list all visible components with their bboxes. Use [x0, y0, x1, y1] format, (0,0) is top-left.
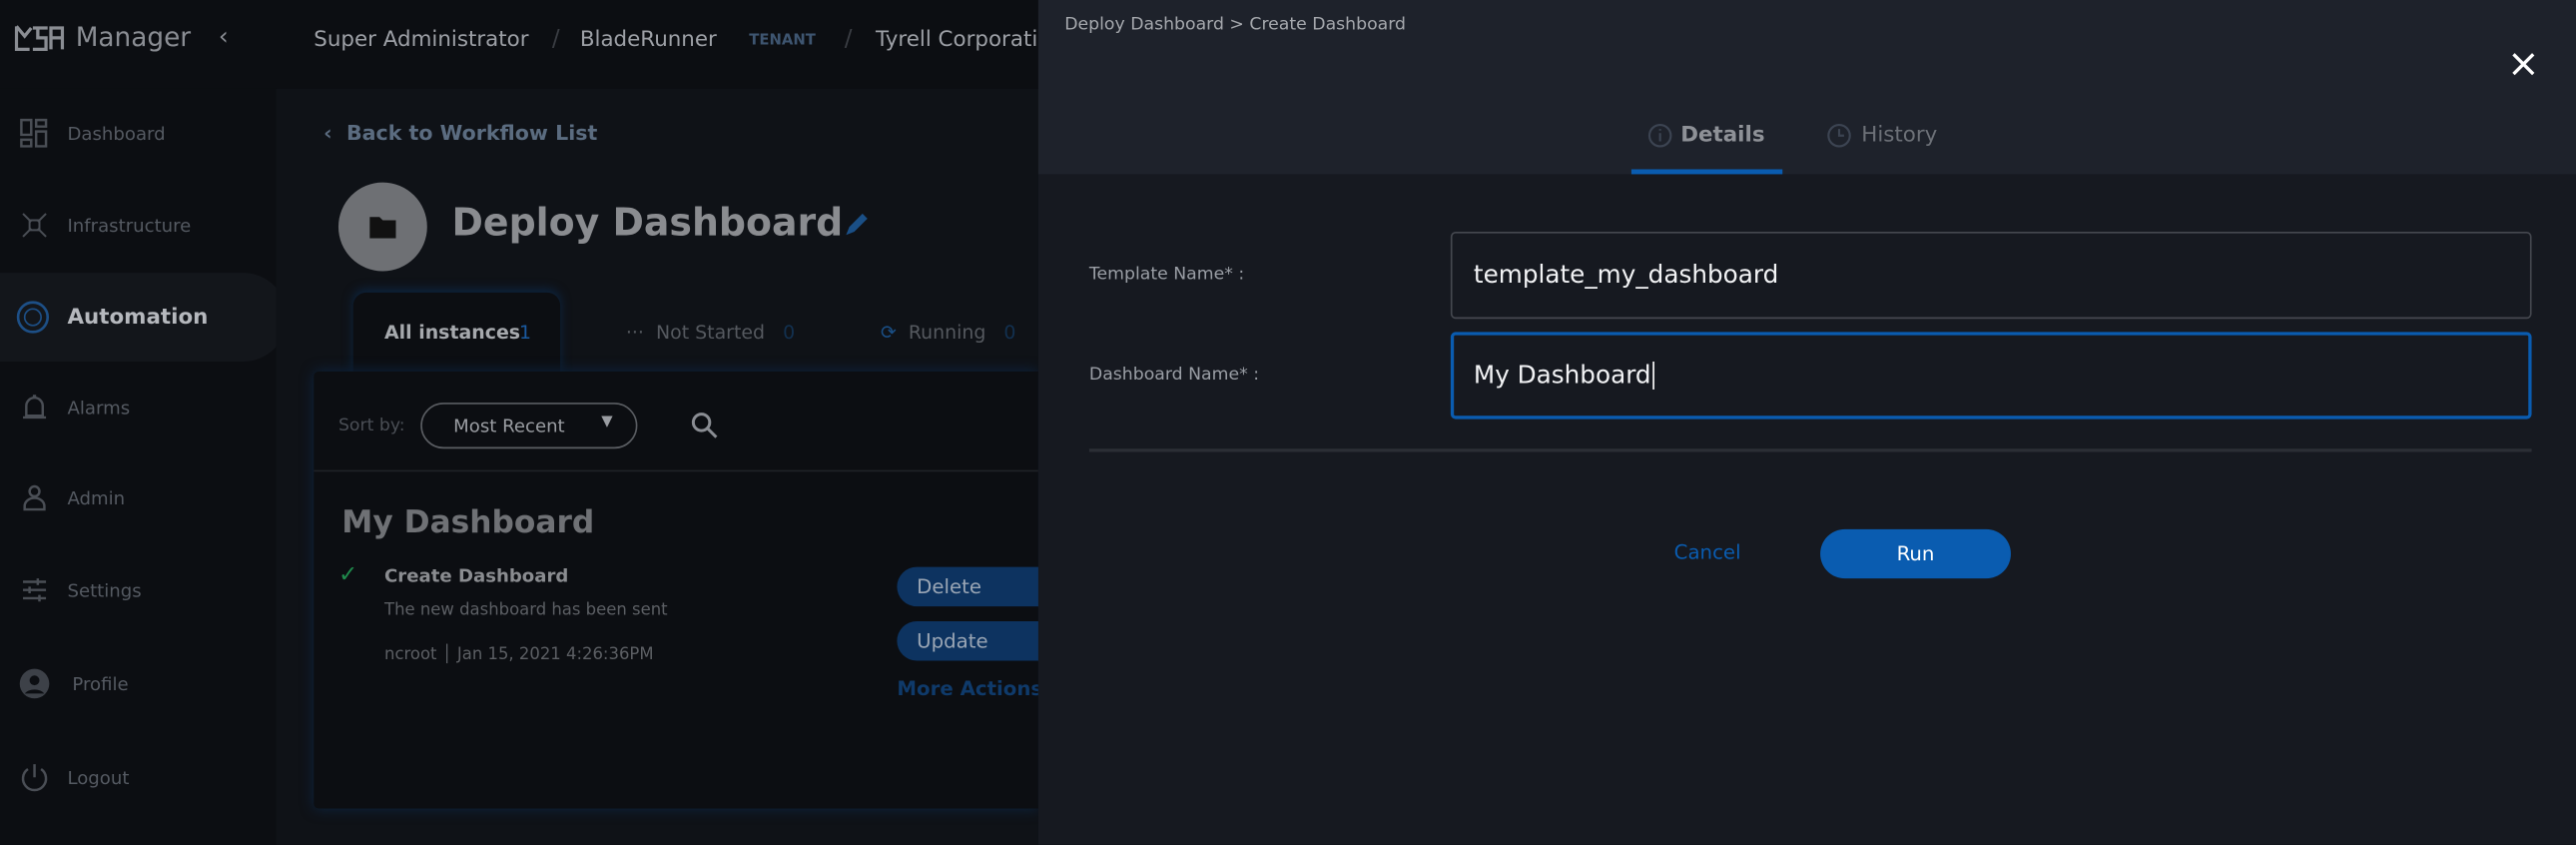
template-name-value: template_my_dashboard: [1473, 259, 1779, 290]
tab-all-instances[interactable]: All instances 1: [352, 292, 561, 376]
dashboard-name-label: Dashboard Name* :: [1088, 365, 1260, 386]
step-message: The new dashboard has been sent: [384, 601, 668, 620]
sidebar-item-dashboard[interactable]: Dashboard: [0, 100, 276, 166]
sidebar-item-infrastructure[interactable]: Infrastructure: [0, 193, 276, 259]
sort-value: Most Recent: [453, 416, 565, 437]
sidebar-item-label: Infrastructure: [67, 214, 192, 237]
collapse-sidebar-icon[interactable]: ‹: [219, 21, 229, 51]
folder-icon: [369, 217, 396, 239]
edit-pencil-icon[interactable]: [841, 211, 871, 241]
tab-details[interactable]: Details: [1630, 109, 1783, 175]
power-icon: [21, 764, 48, 792]
sidebar-item-admin[interactable]: Admin: [0, 465, 276, 531]
bell-icon: [23, 395, 47, 420]
tab-count: 0: [1003, 320, 1016, 344]
sidebar-item-label: Alarms: [67, 397, 131, 419]
app: Manager ‹ Super Administrator / BladeRun…: [0, 0, 2576, 845]
chevron-down-icon: ▼: [601, 414, 613, 431]
update-dashboard-button[interactable]: Update Dashboard: [897, 620, 1045, 661]
dashboard-name-input[interactable]: My Dashboard: [1450, 332, 2532, 420]
active-tab-indicator: [1630, 169, 1783, 175]
sidebar-item-label: Automation: [67, 305, 209, 330]
search-icon[interactable]: [690, 411, 718, 438]
sidebar-item-alarms[interactable]: Alarms: [0, 375, 276, 440]
tab-label: Details: [1680, 123, 1765, 149]
tab-label: Not Started: [655, 320, 766, 344]
panel-breadcrumb: Deploy Dashboard > Create Dashboard: [1064, 14, 1407, 35]
divider: [314, 469, 1038, 472]
workflow-avatar: [337, 182, 427, 272]
text-caret: [1652, 361, 1654, 390]
tab-label: All instances: [384, 320, 521, 344]
sidebar-item-logout[interactable]: Logout: [0, 744, 276, 810]
page-title: Deploy Dashboard: [451, 202, 844, 246]
check-icon: ✓: [337, 561, 358, 589]
step-name: Create Dashboard: [384, 565, 569, 587]
sliders-icon: [23, 578, 47, 602]
app-title: Manager: [75, 21, 192, 53]
template-name-input[interactable]: template_my_dashboard: [1450, 232, 2532, 320]
back-link[interactable]: ‹ Back to Workflow List: [323, 120, 597, 145]
tab-count: 0: [783, 320, 796, 344]
breadcrumb-customer[interactable]: Tyrell Corporati: [876, 28, 1037, 53]
sidebar: Dashboard Infrastructure Automation Alar…: [0, 88, 288, 845]
automation-icon: [16, 301, 50, 334]
create-dashboard-panel: Deploy Dashboard > Create Dashboard Deta…: [1037, 0, 2576, 845]
breadcrumb-separator: /: [844, 26, 853, 53]
sidebar-item-profile[interactable]: Profile: [0, 651, 276, 717]
back-link-label: Back to Workflow List: [345, 120, 598, 145]
sidebar-item-label: Logout: [67, 766, 130, 788]
info-icon: [1647, 123, 1672, 148]
sort-select[interactable]: Most Recent ▼: [420, 403, 638, 449]
tab-label: History: [1861, 123, 1938, 149]
sidebar-item-label: Profile: [72, 672, 129, 695]
admin-icon: [23, 484, 46, 511]
breadcrumb-separator: /: [551, 26, 560, 53]
close-icon[interactable]: [2512, 53, 2535, 76]
divider: [1088, 448, 2532, 452]
dashboard-name-value: My Dashboard: [1473, 360, 1651, 390]
cancel-button[interactable]: Cancel: [1674, 540, 1741, 563]
sidebar-item-label: Dashboard: [67, 122, 166, 144]
sidebar-item-settings[interactable]: Settings: [0, 557, 276, 623]
tenant-badge: TENANT: [749, 32, 816, 50]
tab-label: Running: [908, 320, 986, 344]
step-meta: ncroot │ Jan 15, 2021 4:26:36PM: [384, 645, 654, 664]
msa-logo-icon: [14, 25, 65, 52]
delete-dashboard-button[interactable]: Delete Dashboard: [897, 566, 1045, 607]
tab-history[interactable]: History: [1827, 109, 1959, 175]
run-button[interactable]: Run: [1820, 528, 2011, 579]
refresh-icon: ⟳: [880, 320, 897, 344]
sidebar-item-label: Admin: [67, 486, 126, 509]
infrastructure-icon: [22, 213, 47, 238]
tab-not-started[interactable]: ··· Not Started 0: [626, 321, 795, 344]
tab-count: 1: [518, 320, 532, 344]
clock-icon: [1827, 123, 1851, 148]
panel-header: Deploy Dashboard > Create Dashboard Deta…: [1037, 0, 2576, 175]
step-user: ncroot: [384, 645, 437, 664]
top-bar: Manager ‹ Super Administrator / BladeRun…: [0, 0, 1038, 89]
breadcrumb-user[interactable]: Super Administrator: [314, 28, 528, 53]
breadcrumb-tenant[interactable]: BladeRunner: [580, 28, 717, 53]
sidebar-item-label: Settings: [67, 579, 142, 601]
profile-icon: [19, 668, 50, 699]
more-actions-link[interactable]: More Actions: [897, 677, 1038, 700]
instance-name: My Dashboard: [341, 504, 595, 541]
dashboard-icon: [20, 118, 48, 148]
tab-running[interactable]: ⟳ Running 0: [881, 321, 1016, 344]
template-name-label: Template Name* :: [1088, 264, 1245, 285]
sort-label: Sort by:: [337, 416, 405, 436]
ellipsis-icon: ···: [625, 320, 644, 344]
sidebar-item-automation[interactable]: Automation: [0, 273, 288, 362]
step-timestamp: Jan 15, 2021 4:26:36PM: [456, 645, 654, 664]
